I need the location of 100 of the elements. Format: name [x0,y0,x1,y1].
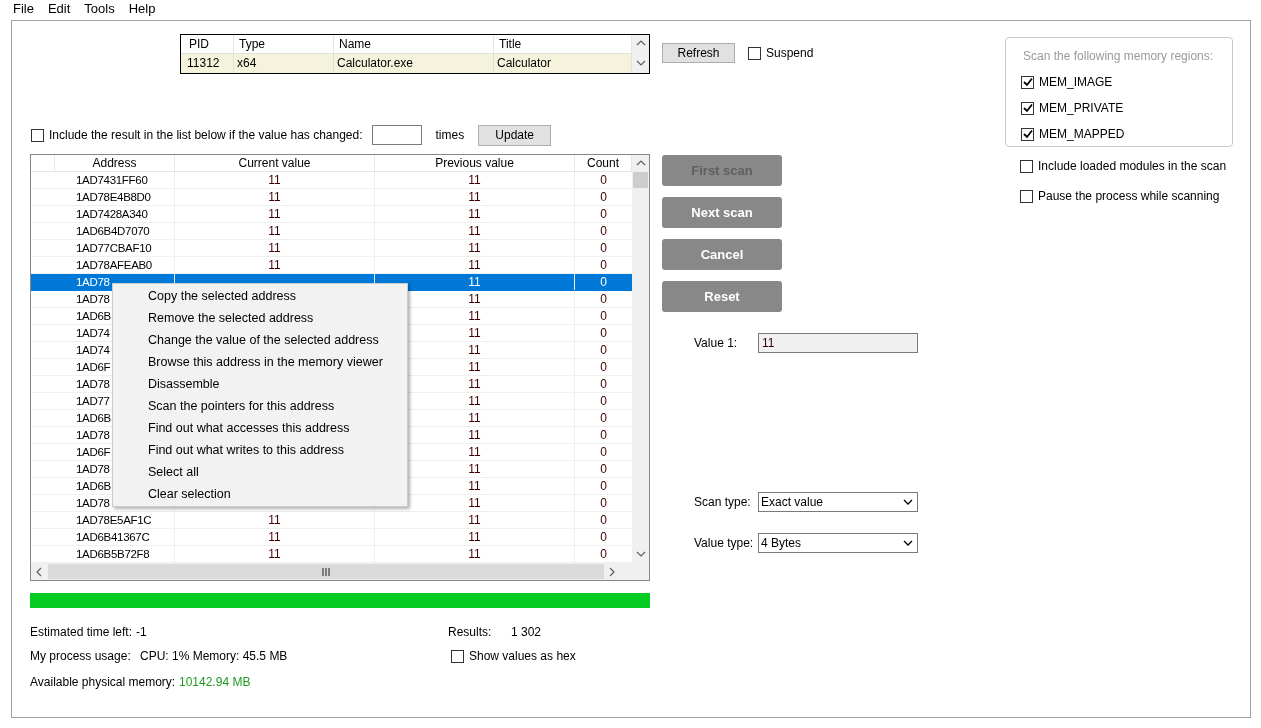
menu-item[interactable]: Tools [77,0,122,19]
table-cell: 11 [468,360,481,374]
dropdown[interactable]: Exact value [758,492,918,512]
scroll-thumb[interactable] [48,564,604,579]
table-cell: 0 [600,309,607,323]
column-header[interactable]: Current value [175,155,375,171]
checkbox[interactable] [451,649,464,663]
table-cell: 11 [268,224,281,238]
table-cell: 0 [600,496,607,510]
status-value: 1 302 [511,624,542,641]
table-cell: 0 [600,479,607,493]
table-cell: 1AD6B5B72F8 [55,546,175,562]
table-cell: 11 [468,224,481,238]
table-cell: 11 [468,343,481,357]
menu-item[interactable]: Edit [40,0,78,19]
table-cell: 0 [600,326,607,340]
table-row[interactable]: 1AD6B41367C 11 11 0 [31,529,632,546]
input-field[interactable] [371,125,422,145]
grip-icon [321,567,331,576]
table-cell: x64 [234,54,334,73]
table-cell: Calculator.exe [334,54,494,73]
field-label: Scan type: [694,494,752,511]
table-cell: 0 [600,411,607,425]
table-cell: 0 [600,241,607,255]
table-cell: 0 [600,360,607,374]
checkbox-label: Pause the process while scanning [1038,188,1220,205]
vertical-scrollbar[interactable] [632,155,649,563]
chevron-down-icon [903,538,913,548]
column-header[interactable]: Previous value [375,155,575,171]
table-cell: 11 [468,190,481,204]
table-row[interactable]: 11312 x64 Calculator.exe Calculator [181,53,632,73]
scan-button[interactable]: Next scan [662,197,782,228]
vertical-scrollbar[interactable] [632,35,649,73]
table-cell: 0 [600,343,607,357]
menu-item[interactable]: File [6,0,41,19]
checkbox-label: MEM_MAPPED [1039,126,1125,143]
checkbox[interactable] [748,46,761,60]
table-cell: 11 [268,207,281,221]
table-cell: 11 [468,411,481,425]
table-cell: 0 [600,224,607,238]
checkbox[interactable] [1021,127,1034,141]
checkbox[interactable] [31,128,44,142]
table-cell: 1AD6B41367C [55,529,175,545]
field-label: Value 1: [694,335,739,352]
table-cell: 11 [468,292,481,306]
table-cell: 11 [468,241,481,255]
table-cell: 0 [600,445,607,459]
status-label: My process usage: [30,648,132,665]
checkbox-label: Include loaded modules in the scan [1038,158,1227,175]
menu-item[interactable]: Help [121,0,163,19]
table-cell: 11 [468,309,481,323]
scroll-thumb[interactable] [633,172,648,188]
value-field[interactable]: 11 [758,333,918,353]
status-value: 10142.94 MB [179,673,251,691]
checkbox[interactable] [1020,159,1033,173]
update-button[interactable]: Update [478,124,552,146]
table-row[interactable]: 1AD78E5AF1C 11 11 0 [31,512,632,529]
table-cell: 11 [268,173,281,187]
checkbox[interactable] [1021,75,1034,89]
table-cell: 0 [600,513,607,527]
checkbox-label: Suspend [766,45,814,62]
table-row[interactable]: 1AD77CBAF10 11 11 0 [31,240,632,257]
table-cell: 11 [468,326,481,340]
table-row[interactable]: 1AD7428A340 11 11 0 [31,206,632,223]
table-cell: 11 [268,513,281,527]
table-cell: 11 [468,258,481,272]
unit-label: times [435,127,465,144]
status-value: -1 [136,624,147,641]
table-row[interactable]: 1AD6B4D7070 11 11 0 [31,223,632,240]
status-label: Estimated time left: [30,624,134,641]
checkbox[interactable] [1021,101,1034,115]
table-cell: 0 [600,275,607,289]
table-cell: 11 [468,173,481,187]
scan-button[interactable]: Cancel [662,239,782,270]
table-cell: 1AD78E5AF1C [55,512,175,528]
table-cell: 0 [600,547,607,561]
horizontal-scrollbar[interactable] [31,563,649,580]
table-cell: 11 [468,207,481,221]
checkbox-label: MEM_IMAGE [1039,74,1113,91]
table-cell: 11 [468,275,481,289]
table-row[interactable]: 1AD7431FF60 11 11 0 [31,172,632,189]
refresh-button[interactable]: Refresh [662,43,735,63]
table-cell: 11 [268,241,281,255]
table-cell: 0 [600,394,607,408]
table-cell: 11 [468,547,481,561]
table-cell: 11 [268,258,281,272]
dropdown[interactable]: 4 Bytes [758,533,918,553]
scan-button[interactable]: Reset [662,281,782,312]
table-cell: 11312 [184,54,234,73]
checkbox[interactable] [1020,189,1033,203]
column-header[interactable]: Address [55,155,175,171]
table-cell: 0 [600,190,607,204]
table-cell: 1AD6B4D7070 [55,223,175,239]
status-label: Available physical memory: [30,673,177,691]
checkbox-label: Include the result in the list below if the value has changed: [49,127,363,144]
group-title: Scan the following memory regions: [1023,48,1215,65]
table-cell: 0 [600,428,607,442]
table-row[interactable]: 1AD78E4B8D0 11 11 0 [31,189,632,206]
chevron-down-icon [903,497,913,507]
table-cell: 0 [600,292,607,306]
